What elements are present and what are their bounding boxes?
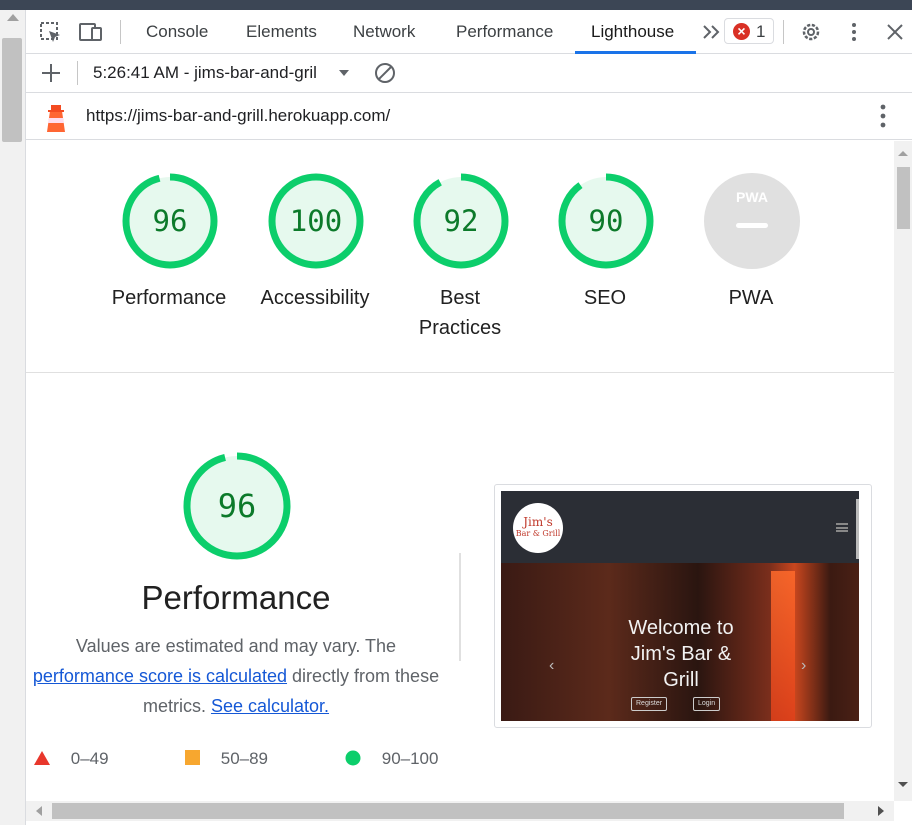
kebab-menu-icon[interactable]	[870, 104, 896, 128]
accessibility-label: Accessibility	[260, 287, 370, 309]
hero-welcome-text: Welcome to Jim's Bar & Grill	[628, 617, 734, 691]
toolbar-divider	[120, 20, 121, 44]
error-count-badge[interactable]: × 1	[724, 18, 774, 44]
toolbar-divider	[783, 20, 784, 44]
fail-triangle-icon	[34, 751, 50, 765]
dropdown-caret-icon[interactable]	[336, 61, 362, 85]
seo-gauge[interactable]: 90	[556, 171, 656, 271]
seo-score: 90	[588, 204, 624, 238]
legend-fail: 0–49	[34, 749, 109, 769]
scrollbar-thumb[interactable]	[52, 803, 844, 819]
legend-pass-range: 90–100	[381, 749, 439, 768]
performance-score: 96	[152, 204, 188, 238]
report-vertical-scrollbar[interactable]	[894, 141, 912, 801]
tab-lighthouse[interactable]: Lighthouse	[591, 22, 674, 42]
more-tabs-icon[interactable]	[700, 20, 726, 44]
close-icon[interactable]	[882, 20, 908, 44]
best-practices-score: 92	[443, 204, 479, 238]
tab-console[interactable]: Console	[146, 22, 208, 42]
scroll-up-arrow-icon[interactable]	[7, 14, 19, 21]
lighthouse-report-toolbar: 5:26:41 AM - jims-bar-and-gril	[26, 54, 912, 93]
performance-detail-score: 96	[217, 487, 257, 525]
performance-gauge[interactable]: 96	[120, 171, 220, 271]
add-icon[interactable]	[38, 61, 64, 85]
audited-url: https://jims-bar-and-grill.herokuapp.com…	[86, 106, 391, 125]
carousel-next-icon: ›	[801, 657, 807, 674]
legend-average-range: 50–89	[220, 749, 269, 768]
performance-title: Performance	[141, 579, 331, 616]
best-practices-gauge[interactable]: 92	[411, 171, 511, 271]
devtools-tab-bar: Console Elements Network Performance Lig…	[26, 10, 912, 54]
site-logo: Jim's Bar & Grill	[513, 503, 563, 553]
toolbar-divider	[77, 61, 78, 85]
site-navbar: Jim's Bar & Grill	[501, 491, 859, 563]
best-practices-label: Best Practices	[418, 287, 502, 339]
scroll-up-arrow-icon[interactable]	[894, 147, 912, 159]
description-text: Values are estimated and may vary. The	[75, 636, 397, 656]
performance-description: Values are estimated and may vary. The p…	[30, 631, 442, 721]
neon-panel	[771, 571, 795, 721]
see-calculator-link[interactable]: See calculator.	[211, 696, 329, 716]
pwa-badge-text: PWA	[736, 189, 768, 205]
report-selector[interactable]: 5:26:41 AM - jims-bar-and-gril	[93, 63, 317, 83]
legend-pass: 90–100	[345, 749, 438, 769]
pwa-label: PWA	[728, 287, 774, 309]
carousel-prev-icon: ‹	[549, 657, 555, 674]
kebab-menu-icon[interactable]	[841, 20, 867, 44]
lighthouse-logo-icon	[42, 101, 70, 133]
error-count: 1	[756, 22, 766, 41]
pass-circle-icon	[345, 750, 361, 766]
vertical-divider	[459, 553, 461, 661]
logo-text-line1: Jim's	[523, 515, 553, 529]
inspect-element-icon[interactable]	[38, 20, 64, 44]
lighthouse-report: 96 Performance 100 Accessibility 92 Best…	[26, 141, 894, 801]
accessibility-gauge[interactable]: 100	[266, 171, 366, 271]
legend-fail-range: 0–49	[70, 749, 109, 768]
scroll-down-arrow-icon[interactable]	[894, 779, 912, 791]
score-calculated-link[interactable]: performance score is calculated	[33, 666, 287, 686]
tab-performance[interactable]: Performance	[456, 22, 553, 42]
scrollbar-thumb[interactable]	[2, 38, 22, 142]
tab-network[interactable]: Network	[353, 22, 415, 42]
hamburger-menu-icon	[836, 523, 848, 532]
accessibility-score: 100	[289, 204, 343, 238]
section-divider	[26, 372, 894, 373]
register-button: Register	[631, 697, 668, 711]
tab-elements[interactable]: Elements	[246, 22, 317, 42]
report-horizontal-scrollbar[interactable]	[26, 801, 894, 821]
pwa-badge[interactable]: PWA	[702, 171, 802, 271]
clear-icon[interactable]	[372, 61, 398, 85]
performance-label: Performance	[111, 287, 227, 309]
scroll-left-arrow-icon[interactable]	[32, 801, 46, 821]
legend-average: 50–89	[185, 749, 268, 769]
seo-label: SEO	[583, 287, 627, 309]
login-button: Login	[693, 697, 721, 711]
site-scrollbar	[856, 499, 859, 559]
settings-gear-icon[interactable]	[798, 20, 824, 44]
report-url-bar: https://jims-bar-and-grill.herokuapp.com…	[26, 93, 912, 140]
logo-text-line2: Bar & Grill	[515, 529, 561, 538]
final-screenshot-frame[interactable]: Jim's Bar & Grill ‹ › Welcome to Jim's Ba…	[494, 484, 872, 728]
performance-detail-gauge: 96	[182, 451, 292, 561]
device-toolbar-icon[interactable]	[78, 20, 104, 44]
scrollbar-thumb[interactable]	[897, 167, 910, 229]
final-screenshot: Jim's Bar & Grill ‹ › Welcome to Jim's Ba…	[501, 491, 859, 721]
page-scrollbar[interactable]	[0, 10, 26, 825]
scroll-right-arrow-icon[interactable]	[874, 801, 888, 821]
error-icon: ×	[733, 23, 750, 40]
window-top-strip	[0, 0, 912, 10]
average-square-icon	[185, 750, 200, 765]
